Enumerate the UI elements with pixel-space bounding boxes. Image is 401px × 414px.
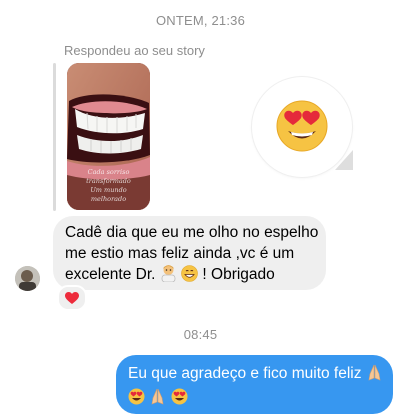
story-caption-line-2: Um mundo melhorado — [90, 186, 127, 203]
grin-emoji-icon — [181, 265, 198, 289]
story-thumbnail[interactable]: Cada sorriso transformado Um mundo melho… — [67, 63, 150, 210]
avatar[interactable] — [15, 266, 40, 291]
reply-indicator-bar — [53, 63, 56, 211]
pray-icon — [366, 363, 383, 387]
doctor-emoji-icon — [160, 264, 177, 289]
heart-eyes-icon — [128, 388, 145, 411]
red-heart-icon — [65, 291, 79, 304]
incoming-message-text: Cadê dia que eu me olho no espelho me es… — [65, 223, 321, 289]
story-caption: Cada sorriso transformado Um mundo melho… — [73, 168, 144, 204]
timestamp-top: ONTEM, 21:36 — [155, 13, 246, 28]
outgoing-message-text: Eu que agradeço e fico muito feliz — [128, 363, 390, 411]
timestamp-bottom: 08:45 — [183, 327, 218, 342]
message-reaction[interactable] — [57, 285, 87, 311]
outgoing-message-bubble[interactable]: Eu que agradeço e fico muito feliz — [116, 355, 393, 414]
story-caption-line-1: Cada sorriso transformado — [86, 168, 131, 185]
outgoing-text: Eu que agradeço e fico muito feliz — [128, 365, 366, 382]
incoming-message-bubble[interactable]: Cadê dia que eu me olho no espelho me es… — [53, 216, 326, 290]
heart-eyes-icon — [171, 388, 188, 411]
incoming-text-part-3: ! Obrigado — [198, 266, 275, 283]
story-reply-label: Respondeu ao seu story — [64, 43, 205, 58]
pray-icon — [149, 387, 166, 411]
heart-eyes-icon — [276, 100, 328, 157]
